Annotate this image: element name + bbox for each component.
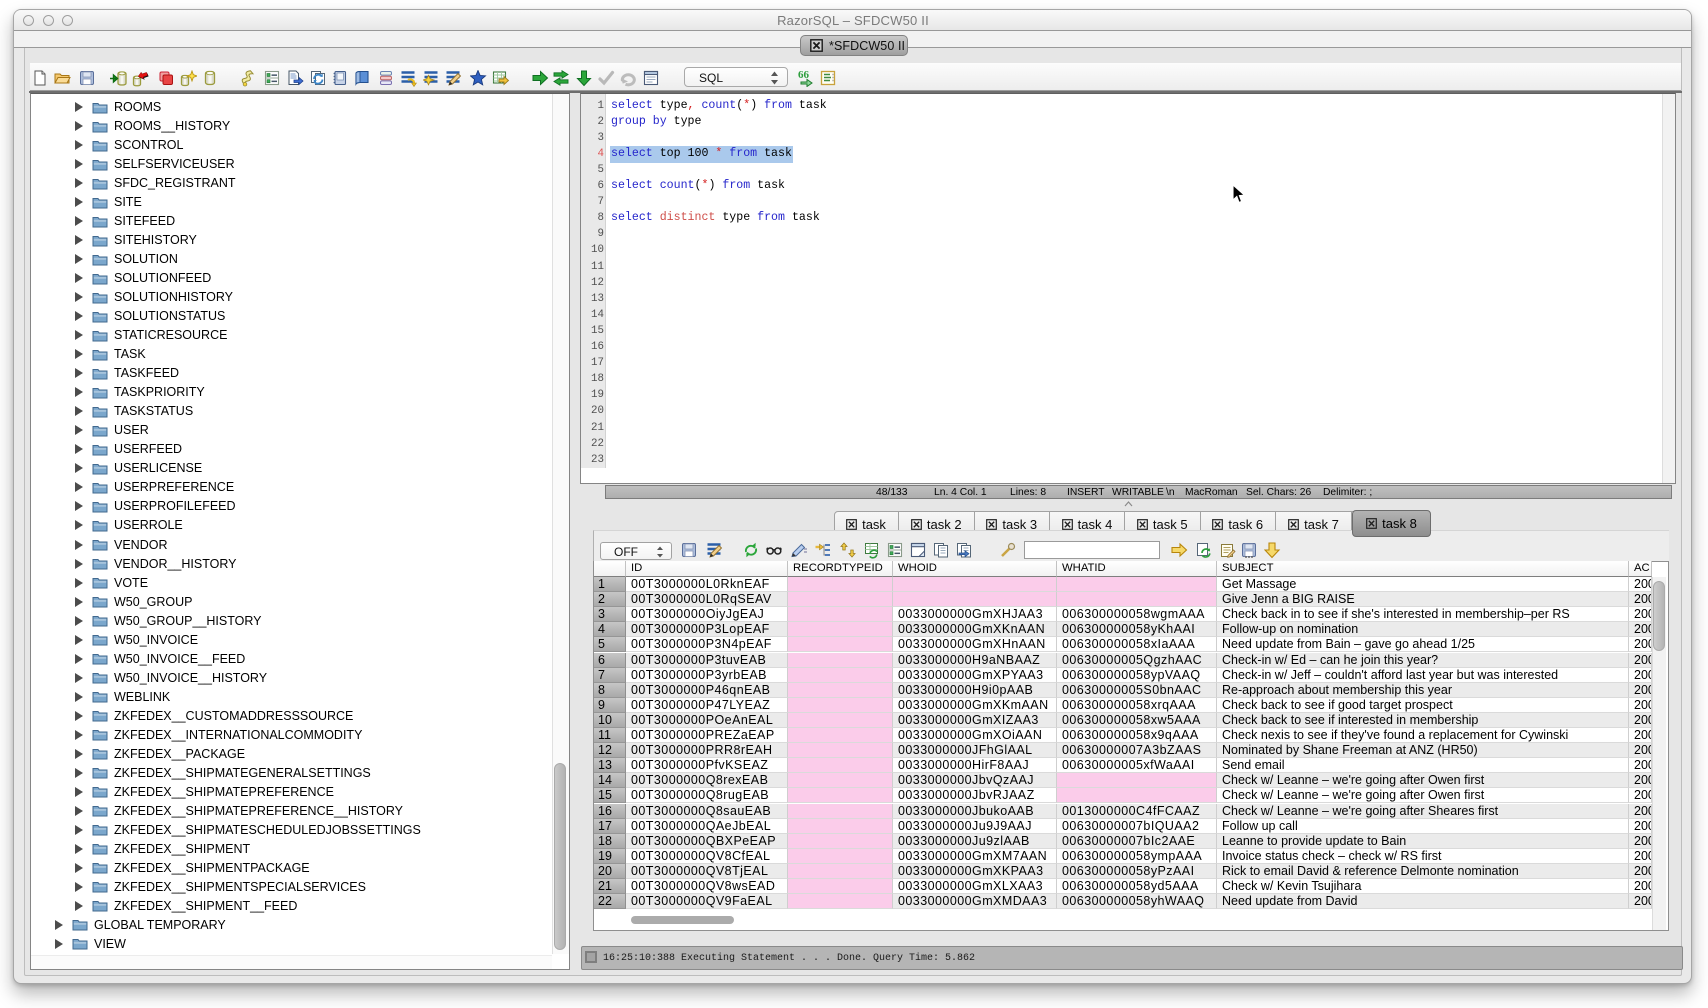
svg-text:66: 66: [798, 70, 810, 81]
